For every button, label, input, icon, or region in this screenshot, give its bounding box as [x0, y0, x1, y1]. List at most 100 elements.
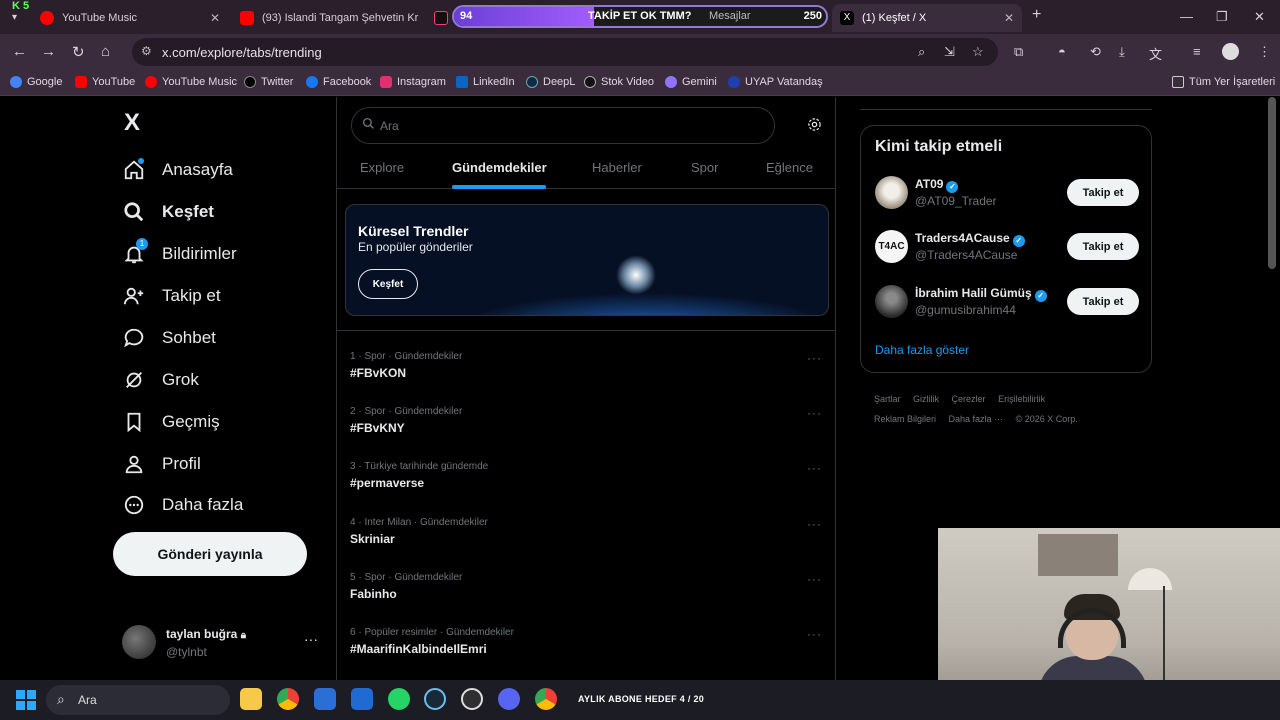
- show-more-link[interactable]: Daha fazla göster: [875, 343, 969, 357]
- bookmark-facebook[interactable]: Facebook: [306, 76, 371, 88]
- menu-kebab-icon[interactable]: ⋮: [1258, 44, 1271, 60]
- address-bar[interactable]: ⚙ x.com/explore/tabs/trending: [132, 38, 998, 66]
- bookmark-youtube-music[interactable]: YouTube Music: [145, 76, 237, 88]
- more-dots-icon[interactable]: ···: [807, 572, 822, 586]
- trend-item[interactable]: 4 · Inter Milan · Gündemdekiler Skriniar…: [350, 517, 822, 567]
- nav-notifications[interactable]: Bildirimler 1: [122, 238, 237, 266]
- bookmark-star-icon[interactable]: ☆: [972, 44, 984, 60]
- tab-news[interactable]: Haberler: [592, 160, 642, 175]
- nav-explore[interactable]: Keşfet: [122, 200, 214, 224]
- bookmark-google[interactable]: Google: [10, 76, 62, 88]
- footer-more[interactable]: Daha fazla ···: [949, 414, 1004, 424]
- chrome-icon[interactable]: [277, 688, 299, 710]
- reload-icon[interactable]: ↻: [72, 43, 85, 61]
- install-app-icon[interactable]: ⇲: [944, 44, 955, 60]
- discord-icon[interactable]: [498, 688, 520, 710]
- home-button-icon[interactable]: ⌂: [101, 43, 110, 60]
- follow-button[interactable]: Takip et: [1067, 233, 1139, 260]
- more-dots-icon[interactable]: ···: [304, 631, 318, 647]
- nav-grok[interactable]: Grok: [122, 368, 199, 392]
- browser-tab-explore-x[interactable]: X (1) Keşfet / X ✕: [832, 4, 1022, 32]
- browser-tab-youtube-video[interactable]: (93) Islandi Tangam Şehvetin Kr: [232, 4, 430, 32]
- download-icon[interactable]: ⤓: [1119, 44, 1125, 60]
- more-dots-icon[interactable]: ···: [807, 627, 822, 641]
- minimize-button[interactable]: —: [1180, 9, 1193, 24]
- site-info-icon[interactable]: ⚙: [141, 44, 152, 58]
- suggested-account[interactable]: AT09 ✓ @AT09_Trader Takip et: [875, 176, 1139, 212]
- global-trends-banner[interactable]: Küresel Trendler En popüler gönderiler K…: [345, 204, 829, 316]
- tab-entertainment[interactable]: Eğlence: [766, 160, 813, 175]
- nav-profile[interactable]: Profil: [122, 452, 201, 476]
- post-button[interactable]: Gönderi yayınla: [113, 532, 307, 576]
- footer-ads-info[interactable]: Reklam Bilgileri: [874, 414, 936, 424]
- bookmark-gemini[interactable]: Gemini: [665, 76, 717, 88]
- deepl-icon: [526, 76, 538, 88]
- trend-item[interactable]: 1 · Spor · Gündemdekiler #FBvKON ···: [350, 351, 822, 401]
- taskbar-search[interactable]: ⌕ Ara: [46, 685, 230, 715]
- chrome-profile-icon[interactable]: [535, 688, 557, 710]
- windows-start-icon[interactable]: [16, 690, 36, 710]
- suggested-account[interactable]: T4AC Traders4ACause ✓ @Traders4ACause Tak…: [875, 230, 1139, 266]
- whatsapp-icon[interactable]: [388, 688, 410, 710]
- store-icon[interactable]: [314, 688, 336, 710]
- tab-search-chevron-icon[interactable]: ▾: [12, 12, 17, 23]
- bookmark-deepl[interactable]: DeepL: [526, 76, 575, 88]
- file-explorer-icon[interactable]: [240, 688, 262, 710]
- discover-button[interactable]: Keşfet: [358, 269, 418, 299]
- outlook-icon[interactable]: [351, 688, 373, 710]
- forward-arrow-icon[interactable]: →: [41, 43, 56, 60]
- bookmark-linkedin[interactable]: LinkedIn: [456, 76, 515, 88]
- browser-tab-youtube-music[interactable]: YouTube Music ✕: [32, 4, 228, 32]
- obs-icon[interactable]: [461, 688, 483, 710]
- close-tab-icon[interactable]: ✕: [1004, 11, 1014, 25]
- follow-button[interactable]: Takip et: [1067, 179, 1139, 206]
- steam-icon[interactable]: [424, 688, 446, 710]
- nav-home[interactable]: Anasayfa: [122, 158, 233, 182]
- tab-sports[interactable]: Spor: [691, 160, 718, 175]
- footer-accessibility[interactable]: Erişilebilirlik: [998, 394, 1045, 404]
- history-icon[interactable]: ⟲: [1090, 44, 1101, 60]
- close-window-button[interactable]: ✕: [1254, 9, 1265, 25]
- reading-list-icon[interactable]: ≡: [1193, 44, 1201, 59]
- all-bookmarks[interactable]: Tüm Yer İşaretleri: [1172, 76, 1275, 88]
- banner-subtitle: En popüler gönderiler: [358, 240, 473, 254]
- bookmark-stok-video[interactable]: Stok Video: [584, 76, 654, 88]
- settings-gear-icon[interactable]: [807, 117, 822, 137]
- tab-explore[interactable]: Explore: [360, 160, 404, 175]
- tab-trending[interactable]: Gündemdekiler: [452, 160, 547, 175]
- incognito-icon[interactable]: ◓: [1058, 44, 1066, 59]
- search-input[interactable]: Ara: [351, 107, 775, 144]
- more-dots-icon[interactable]: ···: [807, 461, 822, 475]
- footer-cookies[interactable]: Çerezler: [952, 394, 986, 404]
- suggested-account[interactable]: İbrahim Halil Gümüş ✓ @gumusibrahim44 Tak…: [875, 285, 1139, 321]
- nav-more[interactable]: Daha fazla: [122, 493, 243, 517]
- follow-button[interactable]: Takip et: [1067, 288, 1139, 315]
- bookmark-instagram[interactable]: Instagram: [380, 76, 446, 88]
- close-tab-icon[interactable]: ✕: [210, 11, 220, 25]
- zoom-icon[interactable]: ⌕: [918, 44, 925, 60]
- nav-follow[interactable]: Takip et: [122, 284, 221, 308]
- footer-terms[interactable]: Şartlar: [874, 394, 901, 404]
- footer-privacy[interactable]: Gizlilik: [913, 394, 939, 404]
- trend-item[interactable]: 6 · Popüler resimler · Gündemdekiler #Ma…: [350, 627, 822, 677]
- trend-item[interactable]: 5 · Spor · Gündemdekiler Fabinho ···: [350, 572, 822, 622]
- maximize-button[interactable]: ❐: [1216, 9, 1228, 25]
- x-logo[interactable]: X: [124, 109, 140, 137]
- account-switcher[interactable]: taylan buğra 🔒︎ @tylnbt ···: [122, 625, 322, 665]
- back-arrow-icon[interactable]: ←: [12, 43, 27, 60]
- trend-item[interactable]: 2 · Spor · Gündemdekiler #FBvKNY ···: [350, 406, 822, 456]
- bookmark-twitter[interactable]: Twitter: [244, 76, 293, 88]
- translate-icon[interactable]: 文: [1149, 44, 1162, 63]
- profile-avatar-icon[interactable]: [1222, 43, 1239, 60]
- more-dots-icon[interactable]: ···: [807, 517, 822, 531]
- nav-bookmarks[interactable]: Geçmiş: [122, 410, 220, 434]
- extensions-icon[interactable]: ⧉: [1014, 44, 1023, 60]
- new-tab-button[interactable]: +: [1032, 6, 1041, 24]
- scrollbar[interactable]: [1268, 97, 1276, 269]
- trend-item[interactable]: 3 · Türkiye tarihinde gündemde #permaver…: [350, 461, 822, 511]
- more-dots-icon[interactable]: ···: [807, 406, 822, 420]
- more-dots-icon[interactable]: ···: [807, 351, 822, 365]
- bookmark-youtube[interactable]: YouTube: [75, 76, 135, 88]
- nav-chat[interactable]: Sohbet: [122, 326, 216, 350]
- bookmark-uyap[interactable]: UYAP Vatandaş: [728, 76, 823, 88]
